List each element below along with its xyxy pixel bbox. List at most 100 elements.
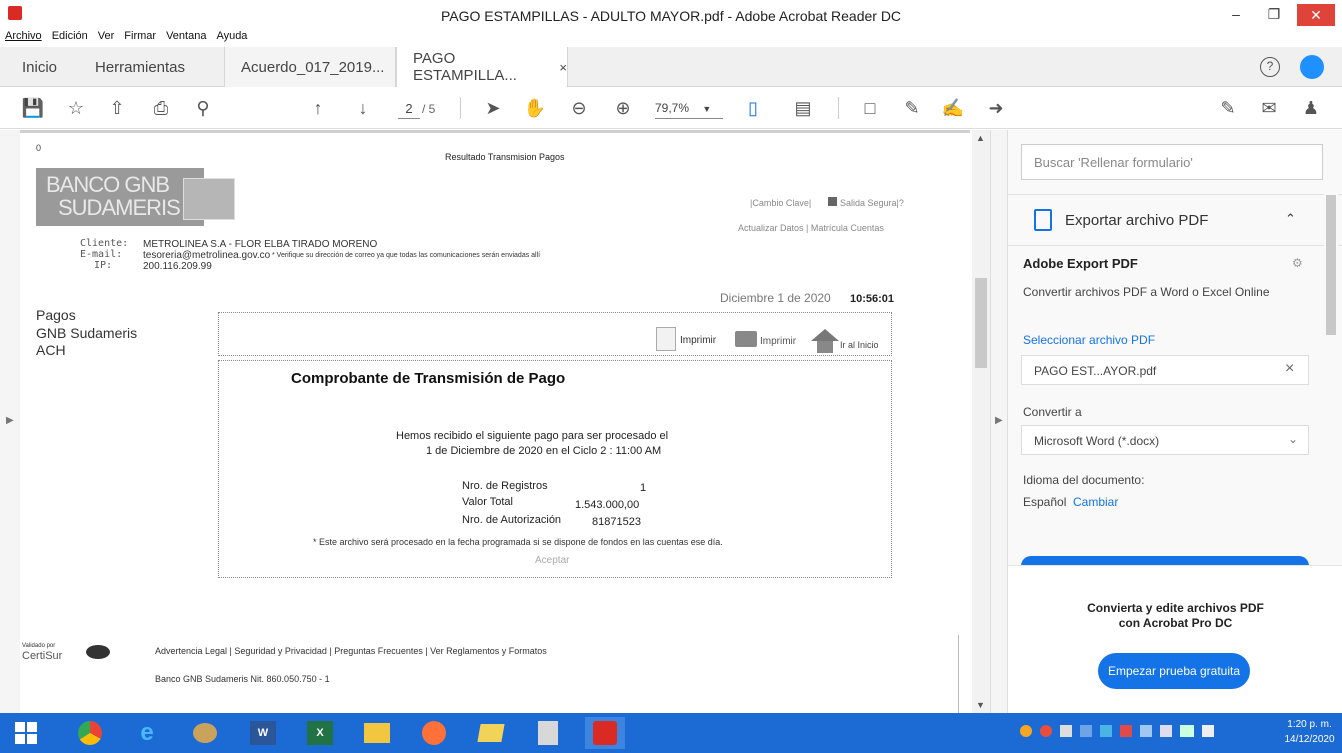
flag-icon[interactable] bbox=[1160, 725, 1172, 737]
maximize-button[interactable]: ❐ bbox=[1255, 0, 1293, 28]
volume-icon[interactable] bbox=[1060, 725, 1072, 737]
internet-explorer-icon[interactable]: e bbox=[127, 717, 167, 749]
link-exit[interactable]: Salida Segura|? bbox=[840, 198, 904, 208]
print-label-2[interactable]: Imprimir bbox=[760, 336, 796, 347]
doc-language-value: Español bbox=[1023, 495, 1067, 509]
paint-icon[interactable] bbox=[185, 717, 225, 749]
minimize-button[interactable]: – bbox=[1217, 0, 1255, 28]
acrobat-taskbar-icon[interactable] bbox=[585, 717, 625, 749]
firefox-icon[interactable] bbox=[414, 717, 454, 749]
tray-app-icon[interactable] bbox=[1080, 725, 1092, 737]
bookmark-star-icon[interactable]: ☆ bbox=[63, 95, 89, 121]
document-scrollbar[interactable]: ▲ ▼ bbox=[972, 130, 990, 713]
menu-edicion[interactable]: Edición bbox=[52, 30, 88, 46]
sign-icon[interactable]: ✍ bbox=[940, 95, 966, 121]
client-value: METROLINEA S.A - FLOR ELBA TIRADO MORENO bbox=[143, 239, 378, 250]
user-account-icon[interactable] bbox=[1300, 55, 1324, 79]
accept-button[interactable]: Aceptar bbox=[535, 555, 569, 566]
right-panel-toggle[interactable]: ▶ bbox=[990, 130, 1007, 713]
save-icon[interactable]: 💾 bbox=[20, 95, 46, 121]
expand-left-icon[interactable]: ▶ bbox=[6, 415, 14, 426]
tray-app-icon[interactable] bbox=[1120, 725, 1132, 737]
menu-firmar[interactable]: Firmar bbox=[124, 30, 156, 46]
clock-time[interactable]: 1:20 p. m. bbox=[1282, 719, 1337, 730]
format-value: Microsoft Word (*.docx) bbox=[1034, 434, 1160, 448]
left-panel-toggle[interactable]: ▶ bbox=[0, 130, 20, 713]
link-change-key[interactable]: |Cambio Clave| bbox=[750, 198, 811, 208]
side-nav-ach[interactable]: ACH bbox=[36, 342, 66, 358]
tab-herramientas[interactable]: Herramientas bbox=[95, 47, 185, 87]
export-options-icon[interactable]: ⚙ bbox=[1292, 256, 1303, 270]
email-icon[interactable]: ✉ bbox=[1256, 95, 1282, 121]
comment-icon[interactable]: □ bbox=[857, 95, 883, 121]
collapse-right-icon[interactable]: ▶ bbox=[995, 415, 1003, 426]
sign-share-icon[interactable]: ✎ bbox=[1215, 95, 1241, 121]
search-input[interactable]: Buscar 'Rellenar formulario' bbox=[1021, 144, 1323, 180]
page-edge-line bbox=[958, 635, 959, 713]
tray-app-icon[interactable] bbox=[1100, 725, 1112, 737]
panel-scrollbar[interactable] bbox=[1324, 190, 1338, 340]
select-cursor-icon[interactable]: ➤ bbox=[480, 95, 506, 121]
tab-acuerdo-file[interactable]: Acuerdo_017_2019... bbox=[224, 47, 396, 87]
home-icon[interactable] bbox=[811, 329, 839, 341]
search-zoom-icon[interactable]: ⚲ bbox=[190, 95, 216, 121]
word-icon[interactable]: W bbox=[243, 717, 283, 749]
highlight-pen-icon[interactable]: ✎ bbox=[899, 95, 925, 121]
tab-close-icon[interactable]: × bbox=[559, 60, 567, 75]
hand-tool-icon[interactable]: ✋ bbox=[522, 95, 548, 121]
select-pdf-link[interactable]: Seleccionar archivo PDF bbox=[1023, 333, 1155, 347]
menu-ver[interactable]: Ver bbox=[98, 30, 115, 46]
print-icon[interactable]: ⎙ bbox=[148, 95, 174, 121]
calculator-icon[interactable] bbox=[528, 717, 568, 749]
tab-inicio[interactable]: Inicio bbox=[22, 47, 57, 87]
fit-page-icon[interactable]: ▯ bbox=[740, 95, 766, 121]
tray-app-icon[interactable] bbox=[1140, 725, 1152, 737]
home-label[interactable]: Ir al Inicio bbox=[840, 340, 879, 350]
scroll-thumb[interactable] bbox=[975, 278, 987, 368]
zoom-in-icon[interactable]: ⊕ bbox=[610, 95, 636, 121]
page-number-input[interactable]: 2 bbox=[398, 99, 420, 119]
print-label-1[interactable]: Imprimir bbox=[680, 335, 716, 346]
scroll-down-icon[interactable]: ▼ bbox=[976, 700, 985, 710]
chrome-icon[interactable] bbox=[70, 717, 110, 749]
excel-icon[interactable]: X bbox=[300, 717, 340, 749]
page-up-icon[interactable]: ↑ bbox=[305, 95, 331, 121]
format-select[interactable]: Microsoft Word (*.docx) ⌄ bbox=[1021, 425, 1309, 455]
zoom-out-icon[interactable]: ⊖ bbox=[566, 95, 592, 121]
change-language-link[interactable]: Cambiar bbox=[1073, 495, 1118, 509]
start-windows-icon[interactable] bbox=[3, 717, 49, 749]
cloud-upload-icon[interactable]: ⇧ bbox=[104, 95, 130, 121]
printer-icon[interactable] bbox=[735, 331, 757, 347]
scroll-mode-icon[interactable]: ▤ bbox=[790, 95, 816, 121]
panel-scroll-thumb[interactable] bbox=[1326, 195, 1336, 335]
side-nav-pagos[interactable]: Pagos bbox=[36, 307, 76, 323]
receipt-line-2: 1 de Diciembre de 2020 en el Ciclo 2 : 1… bbox=[426, 445, 662, 457]
menu-ayuda[interactable]: Ayuda bbox=[216, 30, 247, 46]
help-icon[interactable]: ? bbox=[1260, 57, 1280, 77]
side-nav-gnb[interactable]: GNB Sudameris bbox=[36, 325, 137, 341]
remove-file-icon[interactable]: × bbox=[1285, 360, 1294, 378]
start-trial-button[interactable]: Empezar prueba gratuita bbox=[1098, 653, 1250, 689]
tray-app-icon[interactable] bbox=[1020, 725, 1032, 737]
battery-icon[interactable] bbox=[1202, 725, 1214, 737]
menu-archivo[interactable]: Archivo bbox=[5, 30, 42, 46]
clock-date[interactable]: 14/12/2020 bbox=[1282, 734, 1337, 745]
chevron-up-icon[interactable]: ⌃ bbox=[1285, 211, 1296, 227]
print-arrow-icon[interactable] bbox=[656, 327, 676, 351]
page-down-icon[interactable]: ↓ bbox=[350, 95, 376, 121]
home-icon-base bbox=[817, 341, 833, 353]
photos-icon[interactable] bbox=[471, 717, 511, 749]
link-update-data[interactable]: Actualizar Datos | Matrícula Cuentas bbox=[738, 223, 884, 233]
add-user-icon[interactable]: ♟ bbox=[1298, 95, 1324, 121]
tab-pago-file[interactable]: PAGO ESTAMPILLA... × bbox=[396, 47, 568, 87]
export-pdf-header[interactable]: Exportar archivo PDF ⌃ bbox=[1008, 194, 1342, 246]
close-window-button[interactable]: ✕ bbox=[1297, 4, 1335, 26]
scroll-up-icon[interactable]: ▲ bbox=[976, 133, 985, 143]
file-explorer-icon[interactable] bbox=[357, 717, 397, 749]
zoom-select[interactable]: 79,7% ▼ bbox=[655, 101, 723, 119]
menu-ventana[interactable]: Ventana bbox=[166, 30, 206, 46]
network-signal-icon[interactable] bbox=[1180, 725, 1194, 737]
share-link-icon[interactable]: ➜ bbox=[983, 95, 1009, 121]
tray-app-icon[interactable] bbox=[1040, 725, 1052, 737]
footer-links[interactable]: Advertencia Legal | Seguridad y Privacid… bbox=[155, 646, 547, 656]
